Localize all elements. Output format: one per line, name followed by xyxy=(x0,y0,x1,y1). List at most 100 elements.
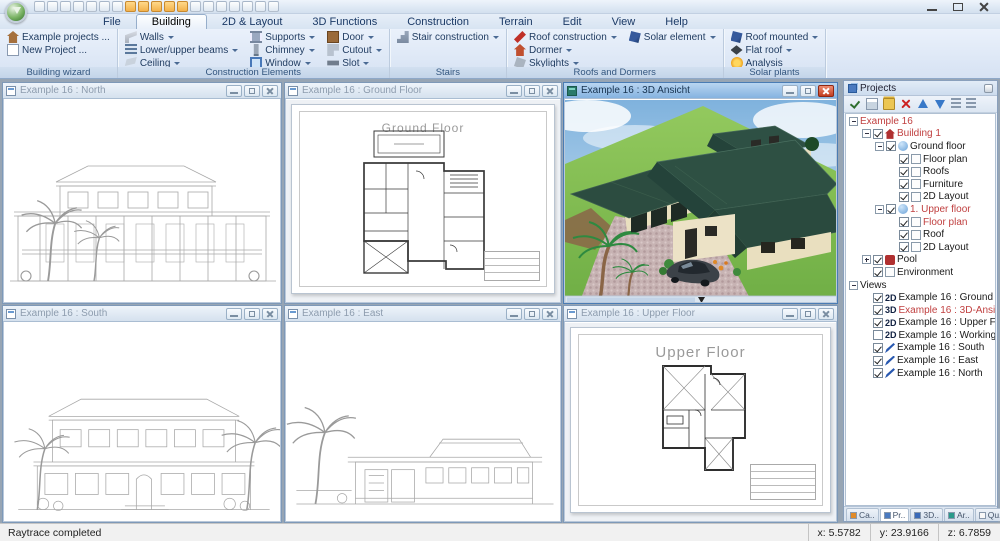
grid-icon[interactable] xyxy=(125,1,136,12)
close-icon[interactable] xyxy=(818,308,834,320)
pin-icon[interactable] xyxy=(984,84,993,93)
close-icon[interactable] xyxy=(818,85,834,97)
visibility-checkbox[interactable] xyxy=(873,129,883,139)
window-north[interactable]: Example 16 : North xyxy=(2,82,282,304)
visibility-checkbox[interactable] xyxy=(886,204,896,214)
tree-item-roof[interactable]: Roof xyxy=(846,228,995,241)
tab-construction[interactable]: Construction xyxy=(392,15,484,29)
close-icon[interactable] xyxy=(542,85,558,97)
restore-icon[interactable] xyxy=(524,308,540,320)
visibility-checkbox[interactable] xyxy=(899,242,909,252)
tab-2d-layout[interactable]: 2D & Layout xyxy=(207,15,298,29)
properties-icon[interactable] xyxy=(866,98,878,110)
collapse-icon[interactable] xyxy=(875,205,884,214)
select-icon[interactable] xyxy=(190,1,201,12)
flag-icon[interactable] xyxy=(216,1,227,12)
dormer-button[interactable]: Dormer xyxy=(512,44,619,56)
tab-terrain[interactable]: Terrain xyxy=(484,15,548,29)
window-south[interactable]: Example 16 : South xyxy=(2,305,282,523)
tree-item-furniture[interactable]: Furniture xyxy=(846,178,995,191)
delete-icon[interactable] xyxy=(900,98,912,110)
sort-descending-icon[interactable] xyxy=(966,98,976,110)
visibility-checkbox[interactable] xyxy=(899,179,909,189)
example-projects-button[interactable]: Example projects ... xyxy=(5,31,112,43)
window-upper-floor[interactable]: Example 16 : Upper Floor Upper Floor xyxy=(563,305,838,523)
collapse-icon[interactable] xyxy=(875,142,884,151)
roof-construction-button[interactable]: Roof construction xyxy=(512,31,619,43)
solar-element-button[interactable]: Solar element xyxy=(627,31,718,43)
flat-roof-button[interactable]: Flat roof xyxy=(729,44,821,56)
tab-building[interactable]: Building xyxy=(136,14,207,29)
window-3d-view[interactable]: Example 16 : 3D Ansicht xyxy=(563,82,838,304)
tab-help[interactable]: Help xyxy=(650,15,703,29)
new-icon[interactable] xyxy=(34,1,45,12)
minimize-icon[interactable] xyxy=(924,1,940,13)
view-2d-icon[interactable] xyxy=(73,1,84,12)
move-down-icon[interactable] xyxy=(934,98,946,110)
orbit-icon[interactable] xyxy=(138,1,149,12)
panel-tab-3d[interactable]: 3D.. xyxy=(910,508,943,521)
visibility-checkbox[interactable] xyxy=(873,267,883,277)
tree-item-floor-plan[interactable]: Floor plan xyxy=(846,216,995,229)
tree-item-views[interactable]: Views xyxy=(846,279,995,292)
window-north-titlebar[interactable]: Example 16 : North xyxy=(3,83,281,99)
tab-view[interactable]: View xyxy=(597,15,651,29)
tree-item-example-16-south[interactable]: Example 16 : South xyxy=(846,342,995,355)
minimize-icon[interactable] xyxy=(782,85,798,97)
3d-render-canvas[interactable] xyxy=(565,100,836,302)
window-ground-floor[interactable]: Example 16 : Ground Floor Ground Floor xyxy=(284,82,562,304)
view-3d-icon[interactable] xyxy=(86,1,97,12)
minimize-icon[interactable] xyxy=(226,85,242,97)
tree-item-example-16-upper-floor[interactable]: 2DExample 16 : Upper Floor xyxy=(846,317,995,330)
visibility-checkbox[interactable] xyxy=(873,293,883,303)
minimize-icon[interactable] xyxy=(226,308,242,320)
lower-upper-beams-button[interactable]: Lower/upper beams xyxy=(123,44,240,56)
texture-icon[interactable] xyxy=(151,1,162,12)
stair-construction-button[interactable]: Stair construction xyxy=(395,31,501,43)
window-east-titlebar[interactable]: Example 16 : East xyxy=(285,306,561,322)
close-icon[interactable] xyxy=(976,1,992,13)
door-button[interactable]: Door xyxy=(325,31,383,43)
close-icon[interactable] xyxy=(262,308,278,320)
collapse-icon[interactable] xyxy=(862,129,871,138)
tree-item-1-upper-floor[interactable]: 1. Upper floor xyxy=(846,203,995,216)
restore-icon[interactable] xyxy=(800,308,816,320)
window-3d-titlebar[interactable]: Example 16 : 3D Ansicht xyxy=(564,83,837,99)
north-elevation-canvas[interactable] xyxy=(4,100,280,302)
south-elevation-canvas[interactable] xyxy=(4,323,280,521)
tree-item-pool[interactable]: Pool xyxy=(846,254,995,267)
split-vertical-icon[interactable] xyxy=(112,1,123,12)
paste-icon[interactable] xyxy=(255,1,266,12)
tree-item-example-16[interactable]: Example 16 xyxy=(846,115,995,128)
visibility-checkbox[interactable] xyxy=(873,356,883,366)
visibility-checkbox[interactable] xyxy=(899,154,909,164)
collapse-icon[interactable] xyxy=(849,281,858,290)
restore-icon[interactable] xyxy=(800,85,816,97)
upper-floor-canvas[interactable]: Upper Floor xyxy=(565,323,836,521)
visibility-checkbox[interactable] xyxy=(873,255,883,265)
visibility-checkbox[interactable] xyxy=(873,368,883,378)
copy-icon[interactable] xyxy=(203,1,214,12)
sort-ascending-icon[interactable] xyxy=(951,98,961,110)
tree-item-floor-plan[interactable]: Floor plan xyxy=(846,153,995,166)
tab-file[interactable]: File xyxy=(88,15,136,29)
roof-mounted-button[interactable]: Roof mounted xyxy=(729,31,821,43)
east-elevation-canvas[interactable] xyxy=(286,323,560,521)
tree-item-example-16-ground-floor[interactable]: 2DExample 16 : Ground Floor xyxy=(846,291,995,304)
new-project-button[interactable]: New Project ... xyxy=(5,44,112,56)
window-upper-floor-titlebar[interactable]: Example 16 : Upper Floor xyxy=(564,306,837,322)
panel-tab-ar[interactable]: Ar.. xyxy=(944,508,974,521)
window-east[interactable]: Example 16 : East xyxy=(284,305,562,523)
confirm-icon[interactable] xyxy=(849,98,861,110)
visibility-checkbox[interactable] xyxy=(873,318,883,328)
tree-item-environment[interactable]: Environment xyxy=(846,266,995,279)
layers-icon[interactable] xyxy=(229,1,240,12)
supports-button[interactable]: Supports xyxy=(248,31,317,43)
tab-edit[interactable]: Edit xyxy=(548,15,597,29)
tab-3d-functions[interactable]: 3D Functions xyxy=(297,15,392,29)
tree-item-example-16-north[interactable]: Example 16 : North xyxy=(846,367,995,380)
visibility-checkbox[interactable] xyxy=(873,330,883,340)
minimize-icon[interactable] xyxy=(782,308,798,320)
redo-icon[interactable] xyxy=(60,1,71,12)
ground-floor-canvas[interactable]: Ground Floor xyxy=(286,100,560,302)
